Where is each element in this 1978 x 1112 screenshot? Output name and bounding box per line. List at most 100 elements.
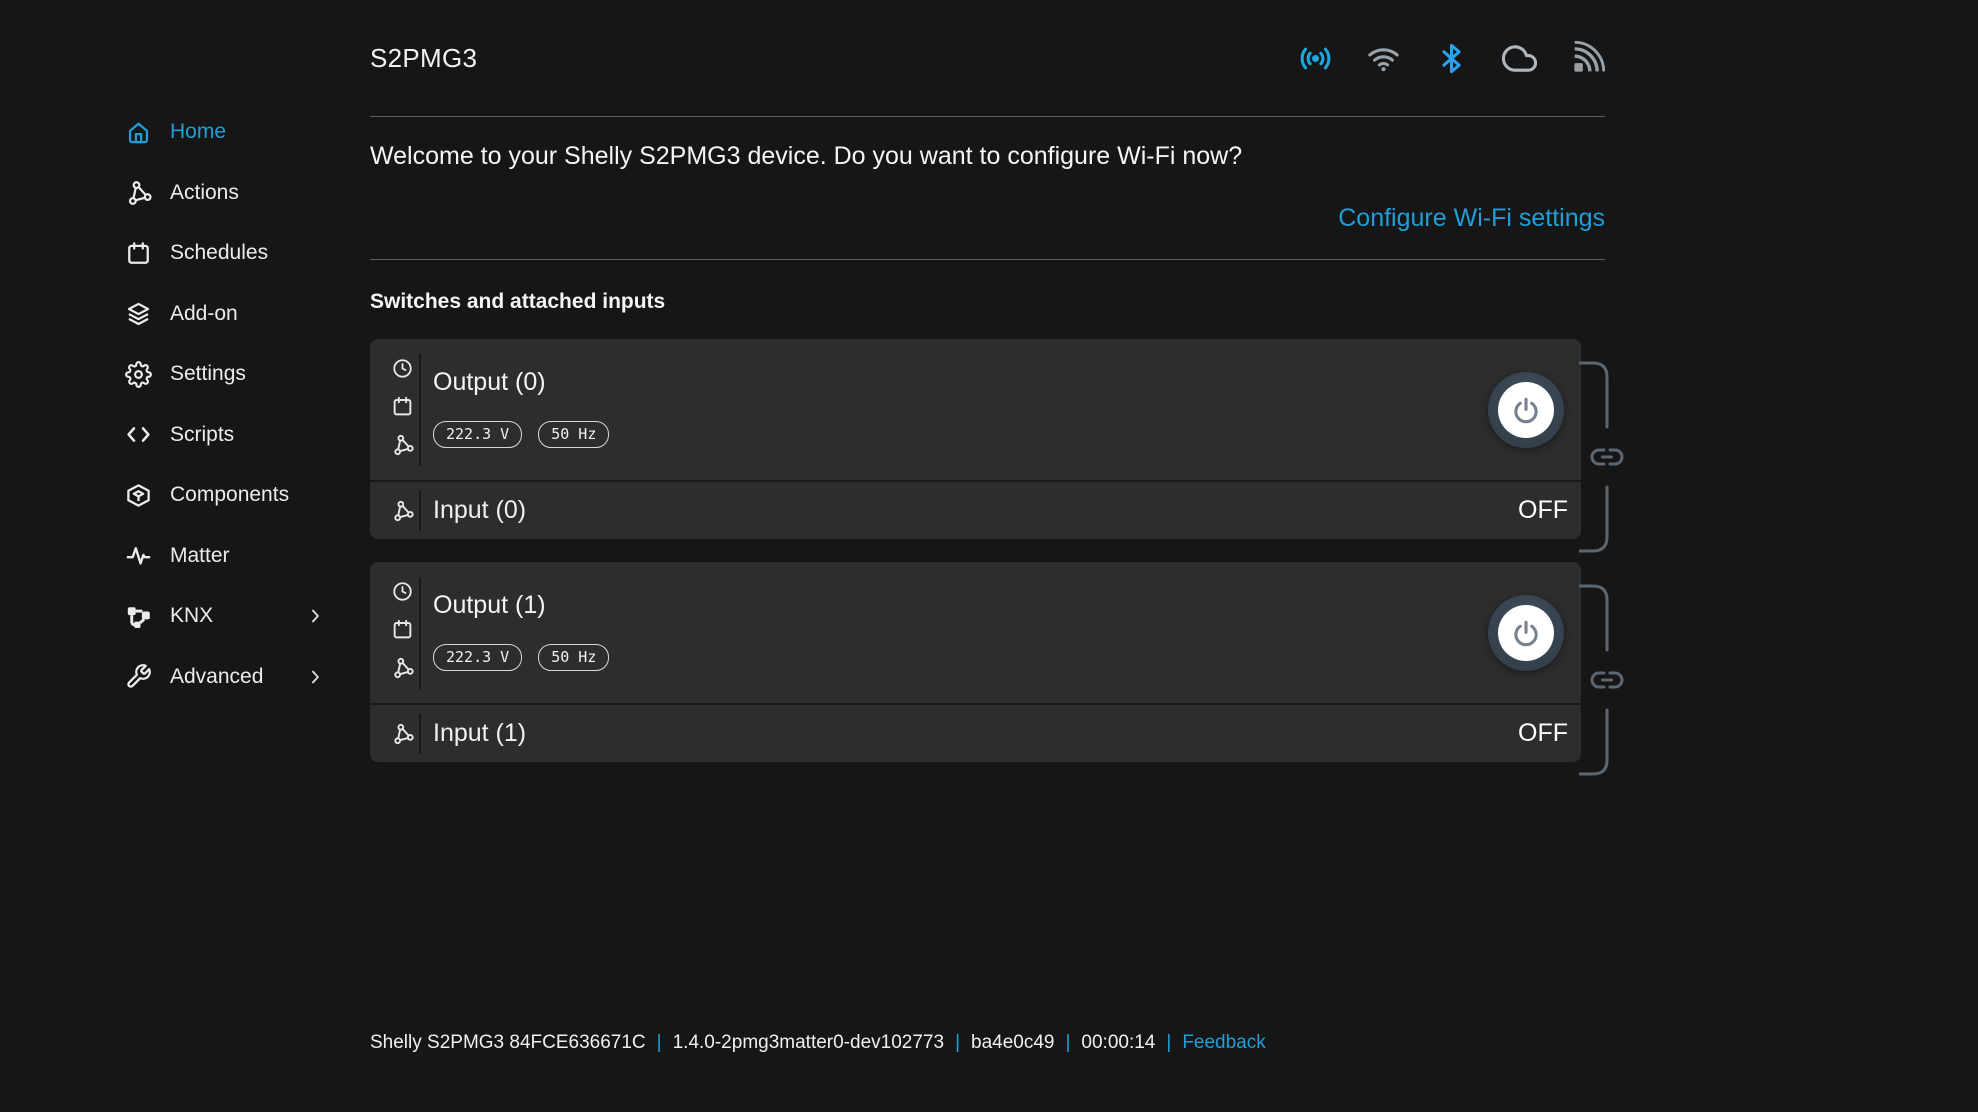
switch-card-0: Output (0) 222.3 V 50 Hz [370, 339, 1581, 539]
power-icon [1511, 395, 1541, 425]
actions-icon[interactable] [391, 433, 414, 456]
output-icon-column [390, 339, 414, 480]
sidebar-item-actions[interactable]: Actions [125, 163, 325, 224]
sidebar-item-settings[interactable]: Settings [125, 344, 325, 405]
code-icon [125, 421, 152, 448]
link-icon [1592, 673, 1604, 687]
power-toggle-button[interactable] [1488, 372, 1564, 448]
voltage-badge: 222.3 V [433, 644, 522, 671]
voltage-badge: 222.3 V [433, 421, 522, 448]
sidebar-item-components[interactable]: Components [125, 465, 325, 526]
footer: Shelly S2PMG3 84FCE636671C | 1.4.0-2pmg3… [370, 1032, 1605, 1054]
power-button-wrap [1488, 339, 1581, 480]
sidebar-item-addon[interactable]: Add-on [125, 284, 325, 345]
sidebar-item-label: Schedules [170, 241, 268, 265]
sidebar-item-label: KNX [170, 604, 213, 628]
output-row-0: Output (0) 222.3 V 50 Hz [370, 339, 1581, 480]
actions-icon[interactable] [391, 656, 414, 679]
sidebar-item-label: Actions [170, 181, 239, 205]
link-icon [1592, 450, 1604, 464]
sidebar-item-advanced[interactable]: Advanced [125, 647, 325, 708]
section-title: Switches and attached inputs [370, 290, 1605, 314]
output-title: Output (1) [433, 590, 1488, 620]
sidebar-item-label: Add-on [170, 302, 238, 326]
badge-row: 222.3 V 50 Hz [433, 644, 1488, 671]
switch-group-1: Output (1) 222.3 V 50 Hz [370, 562, 1581, 762]
output-info: Output (1) 222.3 V 50 Hz [421, 562, 1488, 703]
input-icon-column [390, 499, 414, 522]
output-input-link-bracket [1579, 361, 1625, 553]
sidebar-item-home[interactable]: Home [125, 102, 325, 163]
sidebar-item-label: Scripts [170, 423, 234, 447]
footer-separator: | [657, 1032, 662, 1054]
power-button-face [1498, 605, 1554, 661]
footer-uptime: 00:00:14 [1081, 1032, 1155, 1054]
power-toggle-button[interactable] [1488, 595, 1564, 671]
sidebar-item-label: Matter [170, 544, 230, 568]
footer-separator: | [955, 1032, 960, 1054]
sidebar: Home Actions Schedules Add-on Settings S… [0, 0, 370, 1112]
power-button-wrap [1488, 562, 1581, 703]
layers-icon [125, 300, 152, 327]
sidebar-item-label: Components [170, 483, 289, 507]
cloud-icon[interactable] [1502, 41, 1537, 76]
power-icon [1511, 618, 1541, 648]
switch-group-0: Output (0) 222.3 V 50 Hz [370, 339, 1581, 539]
sidebar-item-label: Home [170, 120, 226, 144]
chevron-right-icon [305, 606, 325, 626]
frequency-badge: 50 Hz [538, 421, 609, 448]
bluetooth-icon[interactable] [1434, 41, 1469, 76]
input-title: Input (0) [433, 496, 526, 525]
wifi-icon[interactable] [1366, 41, 1401, 76]
chevron-right-icon [305, 667, 325, 687]
switch-cards: Output (0) 222.3 V 50 Hz [370, 339, 1605, 762]
sidebar-item-matter[interactable]: Matter [125, 526, 325, 587]
wifi-link-row: Configure Wi-Fi settings [370, 204, 1605, 233]
actions-icon[interactable] [391, 499, 414, 522]
feedback-link[interactable]: Feedback [1182, 1032, 1265, 1054]
home-icon [125, 119, 152, 146]
frequency-badge: 50 Hz [538, 644, 609, 671]
page-title: S2PMG3 [370, 43, 477, 74]
timer-clock-icon[interactable] [391, 580, 414, 603]
power-button-face [1498, 382, 1554, 438]
divider [419, 491, 421, 531]
welcome-banner: Welcome to your Shelly S2PMG3 device. Do… [370, 117, 1605, 260]
footer-firmware-version: 1.4.0-2pmg3matter0-dev102773 [673, 1032, 944, 1054]
calendar-icon [125, 240, 152, 267]
page-header: S2PMG3 [370, 0, 1605, 117]
actions-icon[interactable] [391, 722, 414, 745]
footer-separator: | [1065, 1032, 1070, 1054]
output-input-link-bracket [1579, 584, 1625, 776]
gear-icon [125, 361, 152, 388]
badge-row: 222.3 V 50 Hz [433, 421, 1488, 448]
footer-device-id: Shelly S2PMG3 84FCE636671C [370, 1032, 646, 1054]
sidebar-item-schedules[interactable]: Schedules [125, 223, 325, 284]
output-icon-column [390, 562, 414, 703]
main-content: S2PMG3 Welcome to your Shelly S2PMG3 dev… [370, 0, 1605, 785]
timer-clock-icon[interactable] [391, 357, 414, 380]
switch-card-1: Output (1) 222.3 V 50 Hz [370, 562, 1581, 762]
input-state-badge: OFF [1518, 719, 1568, 748]
output-title: Output (0) [433, 367, 1488, 397]
footer-separator: | [1166, 1032, 1171, 1054]
sidebar-item-label: Settings [170, 362, 246, 386]
rf-signal-icon[interactable] [1570, 41, 1605, 76]
access-point-icon[interactable] [1298, 41, 1333, 76]
sidebar-item-scripts[interactable]: Scripts [125, 405, 325, 466]
configure-wifi-link[interactable]: Configure Wi-Fi settings [1338, 204, 1605, 232]
output-info: Output (0) 222.3 V 50 Hz [421, 339, 1488, 480]
output-row-1: Output (1) 222.3 V 50 Hz [370, 562, 1581, 703]
footer-build-hash: ba4e0c49 [971, 1032, 1054, 1054]
schedule-calendar-icon[interactable] [391, 395, 414, 418]
wrench-icon [125, 663, 152, 690]
sidebar-item-knx[interactable]: KNX [125, 586, 325, 647]
input-icon-column [390, 722, 414, 745]
input-state-badge: OFF [1518, 496, 1568, 525]
sidebar-nav: Home Actions Schedules Add-on Settings S… [125, 102, 325, 707]
status-icon-bar [1298, 41, 1605, 76]
actions-icon [125, 179, 152, 206]
pulse-icon [125, 542, 152, 569]
schedule-calendar-icon[interactable] [391, 618, 414, 641]
cube-icon [125, 482, 152, 509]
